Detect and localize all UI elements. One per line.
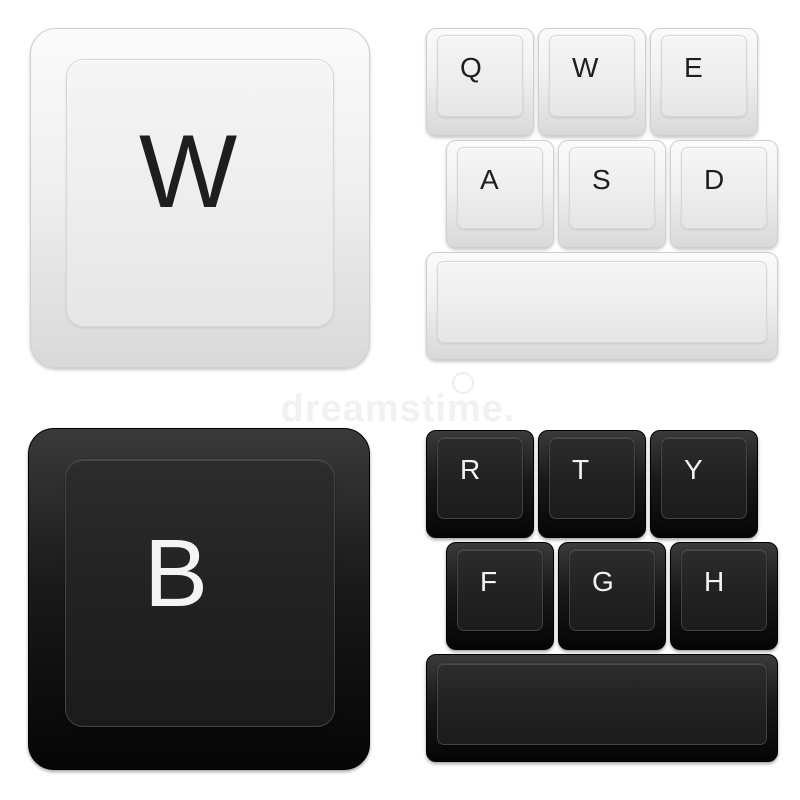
key-cap: W [549, 35, 635, 117]
key-label: S [592, 164, 611, 195]
key-cap: S [569, 147, 655, 229]
key-label: Y [684, 454, 703, 485]
black-key-y[interactable]: Y [650, 430, 758, 538]
white-key-a[interactable]: A [446, 140, 554, 248]
key-label: T [572, 454, 590, 485]
key-cap: R [437, 437, 523, 519]
white-big-key-cap: W [66, 59, 334, 327]
key-label: H [704, 566, 725, 597]
white-key-e[interactable]: E [650, 28, 758, 136]
key-cap: H [681, 549, 767, 631]
black-spacebar-cap [437, 663, 767, 745]
black-key-t[interactable]: T [538, 430, 646, 538]
key-cap: Q [437, 35, 523, 117]
key-cap: A [457, 147, 543, 229]
key-cap: T [549, 437, 635, 519]
white-key-q[interactable]: Q [426, 28, 534, 136]
black-key-f[interactable]: F [446, 542, 554, 650]
white-key-d[interactable]: D [670, 140, 778, 248]
key-cap: F [457, 549, 543, 631]
white-key-w[interactable]: W [538, 28, 646, 136]
key-label: A [480, 164, 499, 195]
key-label: F [480, 566, 498, 597]
white-key-s[interactable]: S [558, 140, 666, 248]
watermark: dreamstime. [280, 388, 516, 430]
key-label: E [684, 52, 703, 83]
key-cap: D [681, 147, 767, 229]
black-big-key[interactable]: B [28, 428, 370, 770]
black-big-key-label: B [144, 520, 209, 627]
black-spacebar[interactable] [426, 654, 778, 762]
key-label: R [460, 454, 481, 485]
key-label: G [592, 566, 614, 597]
black-big-key-cap: B [65, 459, 335, 727]
white-big-key-label: W [139, 114, 238, 230]
key-cap: Y [661, 437, 747, 519]
black-key-h[interactable]: H [670, 542, 778, 650]
key-label: Q [460, 52, 482, 83]
key-label: W [572, 52, 599, 83]
white-big-key[interactable]: W [30, 28, 370, 368]
white-spacebar-cap [437, 261, 767, 343]
key-cap: G [569, 549, 655, 631]
black-key-r[interactable]: R [426, 430, 534, 538]
key-label: D [704, 164, 725, 195]
key-cap: E [661, 35, 747, 117]
black-key-g[interactable]: G [558, 542, 666, 650]
white-spacebar[interactable] [426, 252, 778, 360]
